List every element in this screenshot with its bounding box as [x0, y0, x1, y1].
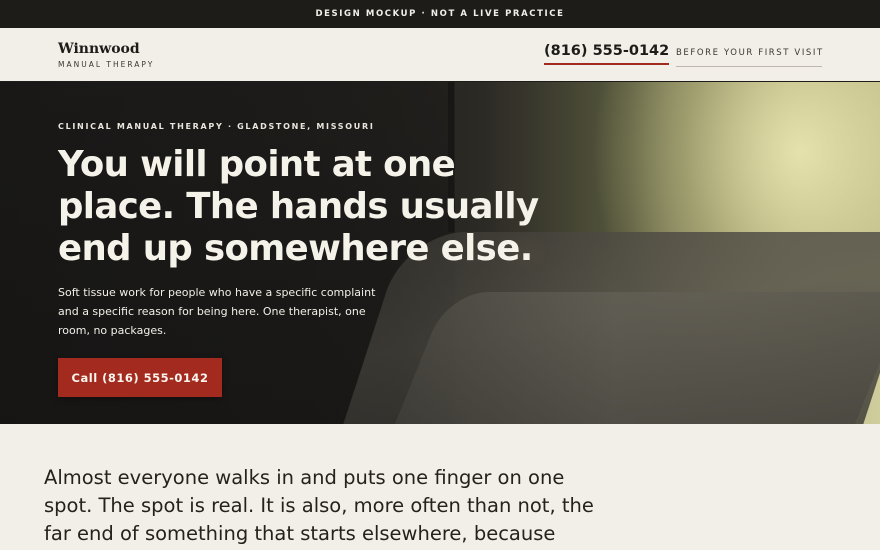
header-phone-link[interactable]: (816) 555-0142	[544, 43, 670, 65]
hero-section: CLINICAL MANUAL THERAPY · GLADSTONE, MIS…	[0, 82, 880, 424]
mockup-banner: DESIGN MOCKUP · NOT A LIVE PRACTICE	[0, 0, 880, 28]
hero-headline: You will point at one place. The hands u…	[58, 144, 539, 269]
brand-tagline: MANUAL THERAPY	[58, 60, 155, 69]
hero-subcopy: Soft tissue work for people who have a s…	[58, 286, 376, 337]
site-header: Winnwood MANUAL THERAPY (816) 555-0142 B…	[0, 28, 880, 82]
intro-paragraph: Almost everyone walks in and puts one fi…	[44, 466, 594, 545]
hero-eyebrow: CLINICAL MANUAL THERAPY · GLADSTONE, MIS…	[58, 122, 375, 131]
call-button[interactable]: Call (816) 555-0142	[58, 358, 222, 397]
nav-link-first-visit[interactable]: BEFORE YOUR FIRST VISIT	[676, 48, 822, 67]
banner-text: DESIGN MOCKUP · NOT A LIVE PRACTICE	[315, 9, 565, 19]
brand-name[interactable]: Winnwood	[58, 41, 140, 57]
